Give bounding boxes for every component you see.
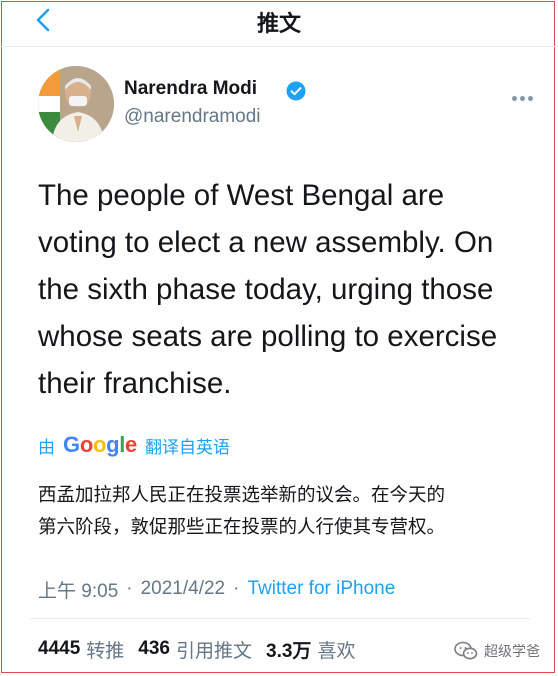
retweets-count: 4445 (38, 638, 81, 659)
tweet-meta: 上午 9:05 · 2021/4/22 · Twitter for iPhone (38, 574, 395, 604)
quotes-stat[interactable]: 436 引用推文 (138, 636, 252, 663)
tweet-date: 2021/4/22 (140, 578, 226, 599)
translate-from-label: 翻译自英语 (144, 437, 230, 458)
meta-separator: · (126, 578, 133, 599)
avatar-image (38, 66, 114, 142)
retweets-label: 转推 (86, 639, 125, 662)
likes-stat[interactable]: 3.3万 喜欢 (266, 636, 355, 663)
tweet-line: voting to elect a new assembly. On (38, 226, 494, 259)
tweet-time: 上午 9:05 (38, 580, 119, 602)
tweet-line: the sixth phase today, urging those (38, 273, 494, 306)
wechat-icon (454, 641, 478, 660)
top-bar: 推文 (0, 0, 558, 47)
author-handle[interactable]: @narendramodi (124, 106, 261, 128)
quotes-count: 436 (138, 638, 170, 659)
translated-text: 西孟加拉邦人民正在投票选举新的议会。在今天的 第六阶段，敦促那些正在投票的人行使… (38, 480, 538, 544)
google-logo: Google (63, 432, 137, 457)
watermark: 超级学爸 (454, 638, 540, 664)
meta-separator: · (233, 578, 240, 599)
tweet-stats: 4445 转推 436 引用推文 3.3万 喜欢 (38, 634, 369, 664)
more-horizontal-icon (512, 96, 517, 101)
retweets-stat[interactable]: 4445 转推 (38, 636, 124, 663)
tweet-line: their franchise. (38, 367, 232, 400)
translated-line: 西孟加拉邦人民正在投票选举新的议会。在今天的 (38, 485, 446, 506)
quotes-label: 引用推文 (176, 639, 253, 662)
watermark-text: 超级学爸 (484, 644, 540, 660)
translate-by-label: 由 (38, 437, 55, 458)
avatar[interactable] (38, 66, 114, 142)
translated-line: 第六阶段，敦促那些正在投票的人行使其专营权。 (38, 517, 446, 538)
tweet-line: The people of West Bengal are (38, 179, 445, 212)
author-name[interactable]: Narendra Modi (124, 78, 257, 100)
verified-badge-icon (286, 81, 306, 101)
page-title: 推文 (256, 12, 301, 37)
more-button[interactable] (512, 86, 540, 101)
more-dot (528, 96, 533, 101)
tweet-source-link[interactable]: Twitter for iPhone (247, 578, 395, 600)
likes-label: 喜欢 (317, 639, 356, 662)
divider (30, 618, 530, 619)
tweet-line: whose seats are polling to exercise (38, 320, 498, 353)
tweet-text: The people of West Bengal are voting to … (38, 172, 538, 407)
translation-attribution[interactable]: 由 Google 翻译自英语 (38, 430, 230, 460)
likes-count: 3.3万 (266, 640, 312, 662)
more-dot (520, 96, 525, 101)
